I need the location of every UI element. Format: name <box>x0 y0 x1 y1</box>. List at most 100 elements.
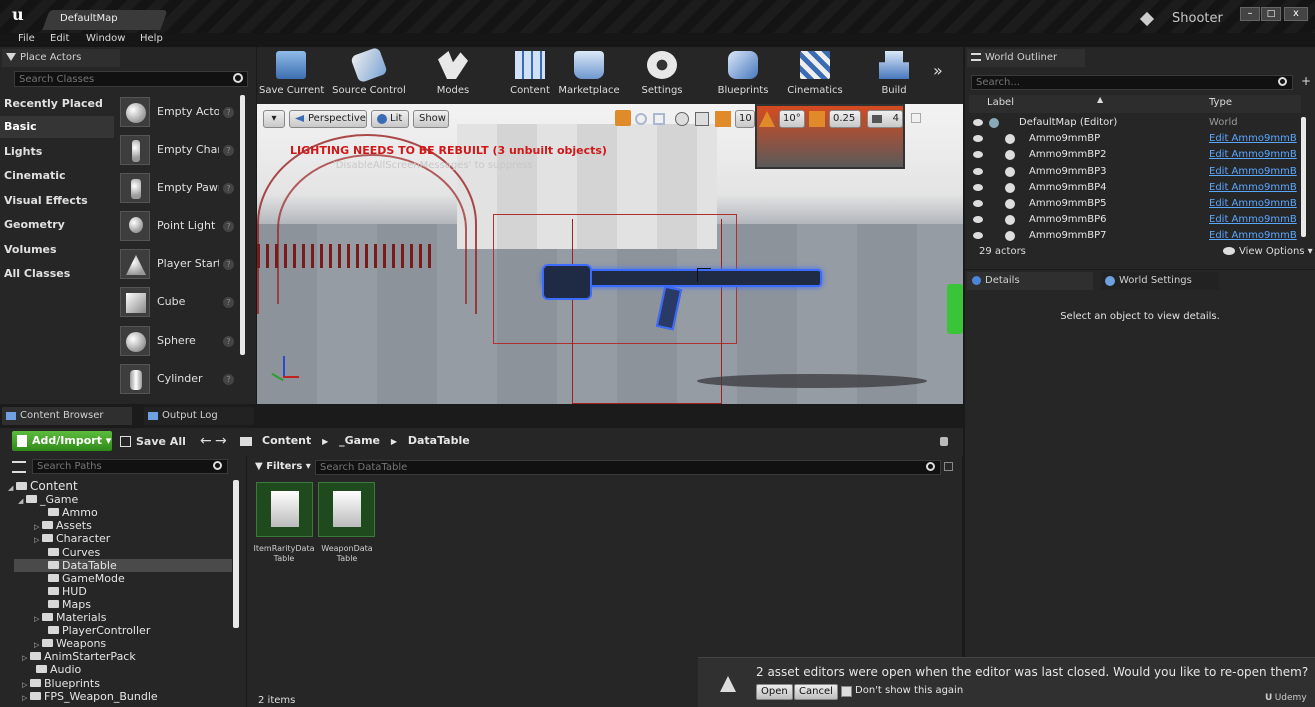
visibility-eye-icon[interactable] <box>973 119 983 126</box>
menu-edit[interactable]: Edit <box>50 33 69 44</box>
actor-item-empty-actor[interactable]: Empty Actor? <box>120 97 238 131</box>
tree-expand-icon[interactable]: ▷ <box>22 692 29 705</box>
collapse-tree-icon[interactable] <box>12 461 26 473</box>
actor-item-point-light[interactable]: Point Light? <box>120 211 238 245</box>
asset-tile-item-rarity[interactable] <box>256 482 313 537</box>
breadcrumb-content[interactable]: Content <box>262 434 311 447</box>
search-icon[interactable] <box>233 73 243 83</box>
camera-speed-button[interactable]: 4 <box>867 110 903 128</box>
visibility-eye-icon[interactable] <box>973 200 983 207</box>
perspective-button[interactable]: Perspective <box>289 110 367 128</box>
edit-blueprint-link[interactable]: Edit Ammo9mmB <box>1209 149 1301 160</box>
category-cinematic[interactable]: Cinematic <box>0 165 114 187</box>
category-basic[interactable]: Basic <box>0 116 114 138</box>
outliner-search-input[interactable] <box>976 76 1256 89</box>
category-all-classes[interactable]: All Classes <box>0 263 114 285</box>
edit-blueprint-link[interactable]: Edit Ammo9mmB <box>1209 133 1301 144</box>
marketplace-button[interactable]: Marketplace <box>555 47 623 104</box>
rotation-snap-value[interactable]: 10° <box>779 110 805 128</box>
tree-folder--game[interactable]: ◢ _Game <box>0 493 232 506</box>
minimize-button[interactable]: – <box>1240 7 1260 21</box>
asset-tile-weapon-data[interactable] <box>318 482 375 537</box>
select-translate-icon[interactable] <box>615 110 631 126</box>
edit-blueprint-link[interactable]: Edit Ammo9mmB <box>1209 198 1301 209</box>
rotate-icon[interactable] <box>635 113 647 125</box>
save-search-icon[interactable] <box>944 462 953 471</box>
maximize-viewport-icon[interactable] <box>911 113 921 123</box>
tree-folder-materials[interactable]: ▷ Materials <box>0 611 232 624</box>
search-assets-input[interactable] <box>320 461 880 474</box>
world-local-icon[interactable] <box>675 112 689 126</box>
toolbar-overflow-icon[interactable]: » <box>933 61 943 80</box>
view-options-button[interactable]: View Options ▾ <box>1223 246 1313 257</box>
outliner-row[interactable]: Ammo9mmBP4 Edit Ammo9mmB <box>965 180 1305 196</box>
filters-button[interactable]: ▼ Filters ▾ <box>255 461 311 472</box>
visibility-eye-icon[interactable] <box>973 216 983 224</box>
visibility-eye-icon[interactable] <box>973 232 983 240</box>
tree-scrollbar[interactable] <box>233 480 239 628</box>
actor-item-sphere[interactable]: Sphere? <box>120 326 238 360</box>
outliner-row[interactable]: Ammo9mmBP Edit Ammo9mmB <box>965 131 1305 147</box>
tree-folder-ammo[interactable]: Ammo <box>0 506 232 519</box>
visibility-eye-icon[interactable] <box>973 183 983 191</box>
maximize-button[interactable]: □ <box>1261 7 1281 21</box>
actor-item-cylinder[interactable]: Cylinder? <box>120 364 238 398</box>
breadcrumb-game[interactable]: _Game <box>339 434 380 447</box>
help-icon[interactable]: ? <box>223 297 234 308</box>
visibility-eye-icon[interactable] <box>973 167 983 175</box>
tree-folder-weapons[interactable]: ▷ Weapons <box>0 637 232 650</box>
help-icon[interactable]: ? <box>223 336 234 347</box>
lock-icon[interactable] <box>940 437 948 446</box>
tree-folder-datatable[interactable]: DataTable <box>14 558 232 572</box>
outliner-row[interactable]: DefaultMap (Editor) World <box>965 115 1305 131</box>
cancel-button[interactable]: Cancel <box>794 684 838 700</box>
back-arrow-icon[interactable]: ← <box>200 433 212 449</box>
category-volumes[interactable]: Volumes <box>0 239 114 261</box>
visibility-eye-icon[interactable] <box>973 135 983 143</box>
help-icon[interactable]: ? <box>223 221 234 232</box>
category-lights[interactable]: Lights <box>0 141 114 163</box>
tree-folder-blueprints[interactable]: ▷ Blueprints <box>0 677 232 690</box>
output-log-tab[interactable]: Output Log <box>144 407 254 425</box>
menu-file[interactable]: File <box>18 33 35 44</box>
lit-button[interactable]: Lit <box>371 110 409 128</box>
show-button[interactable]: Show <box>413 110 449 128</box>
details-tab[interactable]: Details <box>967 272 1093 290</box>
tree-folder-animstarterpack[interactable]: ▷ AnimStarterPack <box>0 650 232 663</box>
dont-show-checkbox[interactable] <box>841 686 852 697</box>
build-button[interactable]: Build <box>867 47 921 104</box>
content-browser-tab[interactable]: Content Browser <box>2 407 132 425</box>
menu-help[interactable]: Help <box>140 33 163 44</box>
blueprints-button[interactable]: Blueprints <box>713 47 773 104</box>
world-settings-tab[interactable]: World Settings <box>1101 272 1219 290</box>
tree-folder-gamemode[interactable]: GameMode <box>0 572 232 585</box>
grid-snap-icon[interactable] <box>715 111 731 127</box>
actor-item-empty-character[interactable]: Empty Character? <box>120 135 238 169</box>
rotation-snap-icon[interactable] <box>759 111 775 127</box>
place-actors-scrollbar[interactable] <box>240 95 245 355</box>
add-actor-icon[interactable]: + <box>1301 74 1311 88</box>
tree-folder-hud[interactable]: HUD <box>0 585 232 598</box>
search-icon[interactable] <box>926 462 935 471</box>
outliner-row[interactable]: Ammo9mmBP6 Edit Ammo9mmB <box>965 212 1305 228</box>
edit-blueprint-link[interactable]: Edit Ammo9mmB <box>1209 182 1301 193</box>
save-current-button[interactable]: Save Current <box>259 47 324 104</box>
level-viewport[interactable]: ▾ Perspective Lit Show 10 10° 0.25 4 LIG… <box>257 104 963 404</box>
close-button[interactable]: x <box>1284 7 1308 21</box>
help-icon[interactable]: ? <box>223 374 234 385</box>
outliner-row[interactable]: Ammo9mmBP7 Edit Ammo9mmB <box>965 228 1305 244</box>
edit-blueprint-link[interactable]: Edit Ammo9mmB <box>1209 214 1301 225</box>
menu-window[interactable]: Window <box>86 33 125 44</box>
actor-item-player-start[interactable]: Player Start? <box>120 249 238 283</box>
outliner-row[interactable]: Ammo9mmBP5 Edit Ammo9mmB <box>965 196 1305 212</box>
search-icon[interactable] <box>1278 77 1287 86</box>
modes-button[interactable]: Modes <box>427 47 479 104</box>
settings-button[interactable]: Settings <box>637 47 687 104</box>
category-visual-effects[interactable]: Visual Effects <box>0 190 114 212</box>
tree-folder-character[interactable]: ▷ Character <box>0 532 232 545</box>
outliner-row[interactable]: Ammo9mmBP2 Edit Ammo9mmB <box>965 147 1305 163</box>
scale-icon[interactable] <box>653 113 665 125</box>
column-type-header[interactable]: Type <box>1209 97 1232 108</box>
tree-folder-content[interactable]: ◢ Content <box>0 480 232 493</box>
column-label-header[interactable]: Label <box>987 97 1014 108</box>
